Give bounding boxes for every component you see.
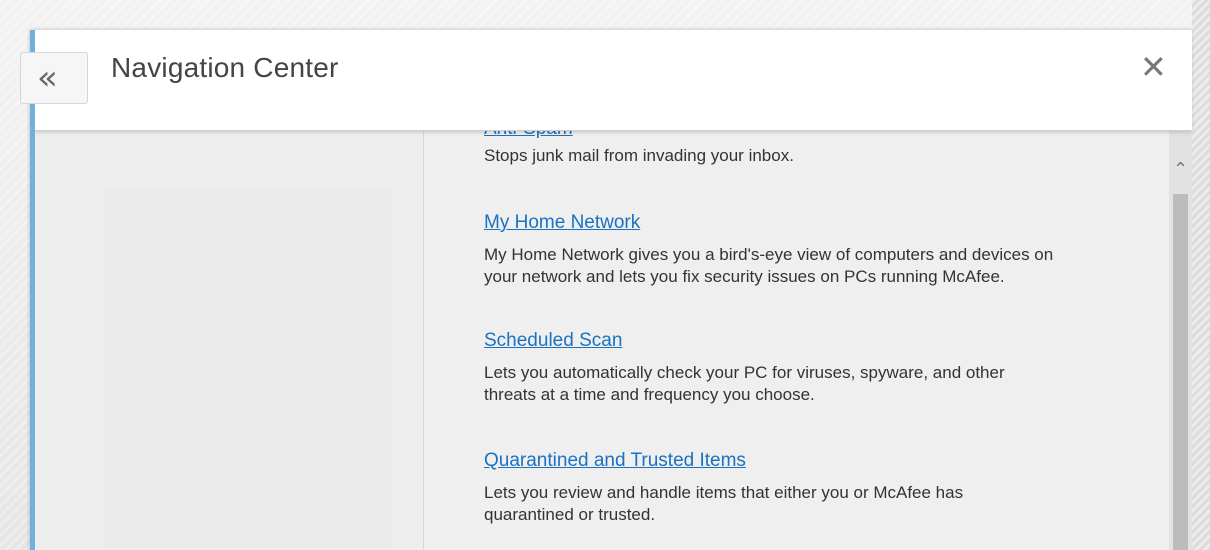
panel-header: Navigation Center ✕ bbox=[35, 30, 1192, 131]
scheduled-scan-description: Lets you automatically check your PC for… bbox=[484, 362, 1169, 406]
description-line: threats at a time and frequency you choo… bbox=[484, 385, 815, 404]
description-line: your network and lets you fix security i… bbox=[484, 267, 1005, 286]
features-list: Anti-Spam Stops junk mail from invading … bbox=[424, 130, 1169, 550]
feature-anti-spam: Anti-Spam Stops junk mail from invading … bbox=[484, 130, 1169, 167]
description-line: My Home Network gives you a bird's-eye v… bbox=[484, 245, 1054, 264]
description-line: quarantined or trusted. bbox=[484, 505, 656, 524]
scroll-up-arrow-icon[interactable]: ⌃ bbox=[1169, 158, 1192, 182]
collapse-back-button[interactable]: « bbox=[20, 52, 88, 104]
my-home-network-description: My Home Network gives you a bird's-eye v… bbox=[484, 244, 1169, 288]
anti-spam-link[interactable]: Anti-Spam bbox=[484, 130, 573, 140]
description-line: Lets you automatically check your PC for… bbox=[484, 363, 1005, 382]
double-chevron-left-icon: « bbox=[37, 58, 58, 98]
feature-my-home-network: My Home Network My Home Network gives yo… bbox=[484, 212, 1169, 288]
left-pane bbox=[35, 130, 424, 550]
quarantined-trusted-items-link[interactable]: Quarantined and Trusted Items bbox=[484, 450, 746, 472]
quarantined-trusted-description: Lets you review and handle items that ei… bbox=[484, 482, 1169, 526]
my-home-network-link[interactable]: My Home Network bbox=[484, 212, 640, 234]
feature-scheduled-scan: Scheduled Scan Lets you automatically ch… bbox=[484, 330, 1169, 406]
vertical-scrollbar[interactable]: ⌃ bbox=[1169, 130, 1192, 550]
anti-spam-description: Stops junk mail from invading your inbox… bbox=[484, 146, 794, 165]
window-edge-pattern bbox=[1192, 0, 1210, 550]
left-pane-card bbox=[105, 186, 391, 550]
page-title: Navigation Center bbox=[111, 52, 339, 83]
feature-quarantined-trusted: Quarantined and Trusted Items Lets you r… bbox=[484, 450, 1169, 526]
navigation-center-panel: Anti-Spam Stops junk mail from invading … bbox=[30, 30, 1197, 550]
scrollbar-thumb[interactable] bbox=[1173, 194, 1188, 550]
close-icon[interactable]: ✕ bbox=[1140, 50, 1167, 84]
scheduled-scan-link[interactable]: Scheduled Scan bbox=[484, 330, 622, 352]
description-line: Lets you review and handle items that ei… bbox=[484, 483, 964, 502]
